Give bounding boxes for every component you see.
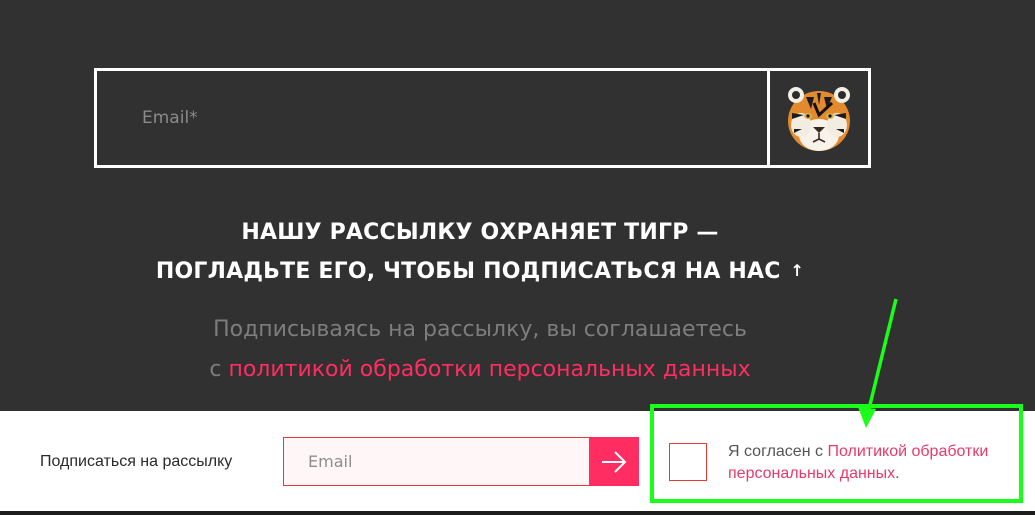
headline-line-2: ПОГЛАДЬТЕ ЕГО, ЧТОБЫ ПОДПИСАТЬСЯ НА НАС … (0, 252, 960, 291)
tiger-icon (788, 87, 850, 151)
captcha-headline: НАШУ РАССЫЛКУ ОХРАНЯЕТ ТИГР — ПОГЛАДЬТЕ … (0, 214, 960, 291)
arrow-up-icon: ↑ (790, 261, 805, 280)
agreement-line-2: с политикой обработки персональных данны… (0, 350, 960, 390)
headline-line-1: НАШУ РАССЫЛКУ ОХРАНЯЕТ ТИГР — (241, 220, 719, 245)
subscribe-submit-button[interactable] (589, 437, 639, 486)
page-bottom-edge (0, 511, 1035, 515)
agreement-prefix: с (209, 357, 222, 382)
captcha-email-input[interactable] (97, 71, 767, 165)
subscribe-email-field-wrapper (283, 437, 589, 486)
agreement-line-1: Подписываясь на рассылку, вы соглашаетес… (213, 317, 747, 342)
subscribe-email-input[interactable] (284, 438, 589, 485)
privacy-policy-link[interactable]: политикой обработки персональных данных (228, 357, 750, 382)
headline-line-2-text: ПОГЛАДЬТЕ ЕГО, ЧТОБЫ ПОДПИСАТЬСЯ НА НАС (155, 259, 781, 284)
annotation-highlight-box (650, 404, 1023, 503)
tiger-captcha-button[interactable] (767, 68, 871, 168)
captcha-agreement-text: Подписываясь на рассылку, вы соглашаетес… (0, 310, 960, 390)
captcha-email-field-wrapper (94, 68, 770, 168)
arrow-right-icon (602, 450, 627, 473)
subscribe-label: Подписаться на рассылку (40, 453, 233, 470)
captcha-section: НАШУ РАССЫЛКУ ОХРАНЯЕТ ТИГР — ПОГЛАДЬТЕ … (0, 0, 1035, 411)
